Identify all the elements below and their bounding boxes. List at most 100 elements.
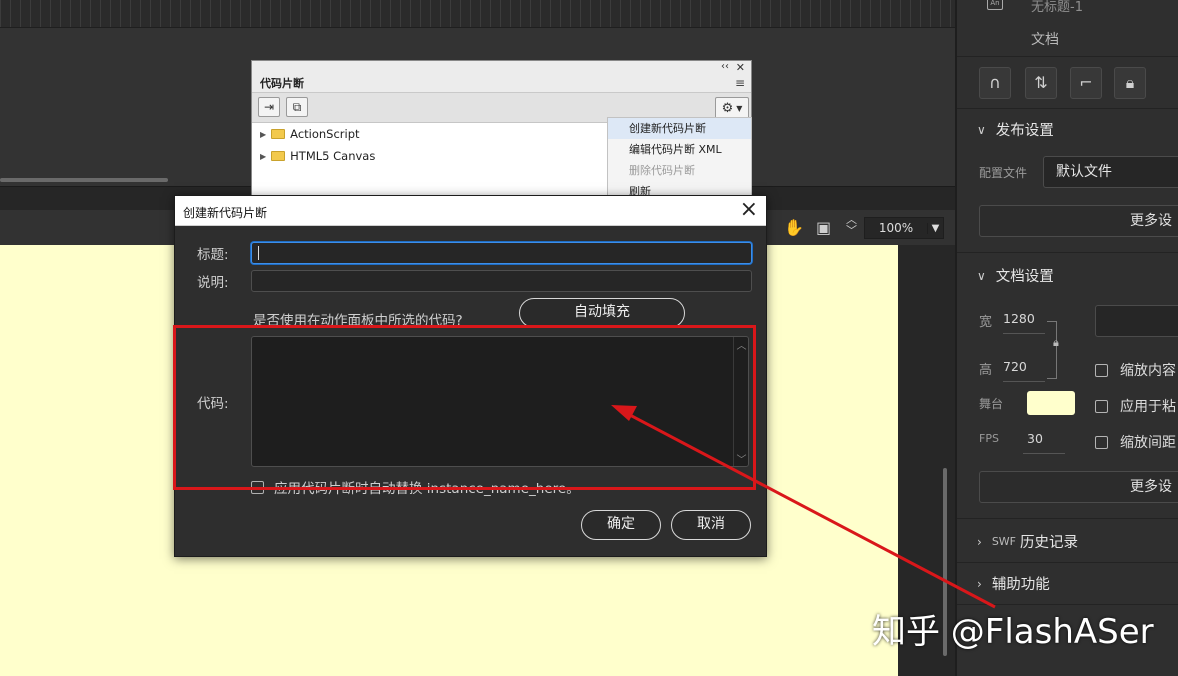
cancel-button[interactable]: 取消 — [671, 510, 751, 540]
zoom-stepper-icon[interactable]: ︿ ﹀ — [846, 214, 857, 236]
apply-paste-checkbox[interactable] — [1095, 399, 1108, 413]
auto-replace-label: 应用代码片断时自动替换 instance_name_here。 — [274, 481, 580, 497]
chevron-right-icon: › — [977, 576, 982, 591]
auto-replace-option[interactable]: 应用代码片断时自动替换 instance_name_here。 — [251, 477, 580, 497]
publish-settings-header[interactable]: ∨ 发布设置 — [977, 119, 1054, 140]
chevron-down-icon[interactable]: ▼ — [927, 222, 943, 234]
scale-spacing-option[interactable]: 缩放间距 — [1095, 432, 1176, 452]
timeline-frame-strip[interactable] — [0, 0, 955, 28]
close-icon[interactable]: × — [740, 198, 758, 222]
expand-triangle-icon[interactable]: ▶ — [260, 152, 266, 161]
profile-select[interactable]: 默认文件 — [1043, 156, 1178, 188]
description-label: 说明: — [197, 275, 229, 291]
scale-content-option[interactable]: 缩放内容 — [1095, 360, 1176, 380]
description-input[interactable] — [251, 270, 752, 292]
scale-spacing-checkbox[interactable] — [1095, 435, 1108, 449]
more-document-settings-button[interactable]: 更多设 — [979, 471, 1178, 503]
section-title: 辅助功能 — [991, 577, 1050, 593]
divider — [957, 252, 1178, 253]
autofill-button[interactable]: 自动填充 — [519, 298, 685, 328]
accessibility-header[interactable]: › 辅助功能 — [977, 573, 1050, 594]
lock-icon[interactable]: 🔒︎ — [1114, 67, 1146, 99]
code-label: 代码: — [197, 396, 229, 412]
more-publish-settings-button[interactable]: 更多设 — [979, 205, 1178, 237]
magnet-snap-icon[interactable]: ∩ — [979, 67, 1011, 99]
tree-item-actionscript[interactable]: ▶ ActionScript — [260, 127, 360, 141]
tree-item-label: HTML5 Canvas — [290, 149, 376, 163]
swf-history-header[interactable]: › SWF 历史记录 — [977, 531, 1078, 552]
dialog-title: 创建新代码片断 — [183, 206, 268, 220]
link-bracket — [1047, 321, 1057, 379]
chevron-right-icon: › — [977, 534, 982, 549]
width-field[interactable]: 1280 — [1003, 311, 1035, 326]
document-settings-header[interactable]: ∨ 文档设置 — [977, 265, 1054, 286]
tree-item-label: ActionScript — [290, 127, 360, 141]
checkbox-label: 缩放内容 — [1120, 363, 1176, 379]
use-selected-code-prompt: 是否使用在动作面板中所选的代码? — [253, 313, 463, 329]
height-field[interactable]: 720 — [1003, 359, 1027, 374]
section-title: 文档设置 — [995, 269, 1054, 285]
zoom-value: 100% — [878, 221, 914, 235]
timeline-horizontal-scrollbar[interactable] — [0, 178, 168, 182]
tree-item-html5-canvas[interactable]: ▶ HTML5 Canvas — [260, 149, 375, 163]
fps-field[interactable]: 30 — [1027, 431, 1043, 446]
height-underline — [1003, 381, 1045, 382]
menu-item-delete-snippet: 删除代码片断 — [629, 164, 695, 177]
dialog-titlebar[interactable]: 创建新代码片断 × — [175, 196, 766, 226]
fit-stage-icon[interactable]: ▣ — [816, 218, 831, 237]
auto-replace-checkbox[interactable] — [251, 480, 264, 494]
menu-item-edit-xml[interactable]: 编辑代码片断 XML — [608, 139, 751, 160]
apply-paste-option[interactable]: 应用于粘 — [1095, 396, 1176, 416]
code-textarea[interactable]: ︿ ﹀ — [251, 336, 749, 467]
fps-label: FPS — [979, 432, 999, 445]
chevron-down-icon: ▼ — [736, 103, 743, 113]
ok-button[interactable]: 确定 — [581, 510, 661, 540]
ruler-icon[interactable]: ⌐ — [1070, 67, 1102, 99]
section-title: 历史记录 — [1020, 535, 1078, 551]
width-label: 宽 — [979, 315, 993, 330]
hand-tool-icon[interactable]: ✋ — [784, 218, 804, 237]
checkbox-label: 应用于粘 — [1120, 399, 1176, 415]
add-to-frame-button[interactable]: ⇥ — [258, 97, 280, 117]
aspect-lock-icon[interactable]: 🔒︎ — [1053, 336, 1059, 350]
close-panel-icon[interactable]: ✕ — [736, 61, 745, 74]
width-underline — [1003, 333, 1045, 334]
stage-color-label: 舞台 — [979, 397, 1004, 411]
zoom-select[interactable]: 100% ▼ — [864, 217, 944, 239]
stage-size-field[interactable] — [1095, 305, 1178, 337]
options-gear-button[interactable]: ⚙ ▼ — [715, 97, 749, 119]
code-scrollbar[interactable]: ︿ ﹀ — [733, 337, 748, 466]
document-type: 文档 — [1031, 32, 1059, 48]
divider — [957, 604, 1178, 605]
chevron-up-icon[interactable]: ︿ — [734, 337, 749, 352]
stage-color-swatch[interactable] — [1027, 391, 1075, 415]
profile-label: 配置文件 — [979, 166, 1028, 180]
chevron-down-icon: ∨ — [977, 268, 986, 283]
folder-icon — [271, 129, 286, 139]
scale-content-checkbox[interactable] — [1095, 363, 1108, 377]
stage-vertical-scrollbar[interactable] — [943, 468, 947, 656]
gear-icon: ⚙ — [721, 100, 734, 116]
snippets-panel-header: ‹‹ ✕ 代码片断 ≡ — [252, 61, 751, 93]
fps-underline — [1023, 453, 1065, 454]
copy-to-clipboard-button[interactable]: ⧉ — [286, 97, 308, 117]
section-title: 发布设置 — [995, 123, 1054, 139]
create-snippet-dialog: 创建新代码片断 × 标题: 说明: 是否使用在动作面板中所选的代码? 自动填充 … — [174, 195, 767, 557]
chevron-down-icon[interactable]: ﹀ — [734, 451, 749, 466]
swf-prefix: SWF — [991, 535, 1016, 548]
title-input[interactable] — [251, 242, 752, 264]
text-caret — [258, 246, 259, 260]
align-edit-icon[interactable]: ⇅ — [1025, 67, 1057, 99]
divider — [957, 562, 1178, 563]
expand-triangle-icon[interactable]: ▶ — [260, 130, 266, 139]
folder-icon — [271, 151, 286, 161]
panel-menu-icon[interactable]: ≡ — [735, 76, 745, 90]
snippets-context-menu: 创建新代码片断 编辑代码片断 XML 删除代码片断 刷新 — [607, 117, 752, 198]
menu-item-create-snippet[interactable]: 创建新代码片断 — [608, 118, 751, 139]
snippets-panel-title[interactable]: 代码片断 — [260, 75, 304, 91]
divider — [957, 108, 1178, 109]
collapse-panel-icon[interactable]: ‹‹ — [721, 61, 729, 72]
chevron-down-icon: ∨ — [977, 122, 986, 137]
checkbox-label: 缩放间距 — [1120, 435, 1176, 451]
height-label: 高 — [979, 363, 993, 378]
